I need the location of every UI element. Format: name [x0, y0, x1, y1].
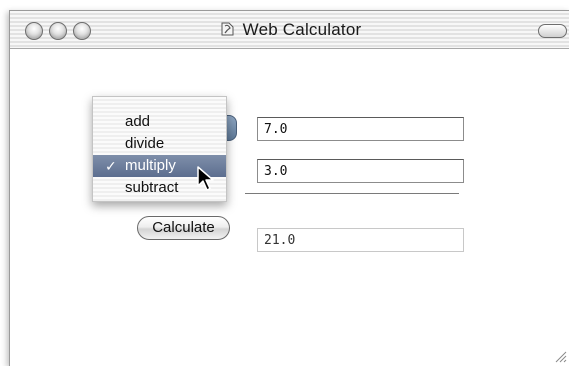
resize-grip-icon[interactable]	[553, 349, 567, 363]
window-title: Web Calculator	[10, 20, 569, 40]
title-bar[interactable]: Web Calculator	[10, 11, 569, 49]
calculate-button[interactable]: Calculate	[137, 216, 230, 240]
menu-item-add[interactable]: add	[93, 111, 226, 133]
menu-item-label: subtract	[125, 179, 179, 196]
result-field: 21.0	[257, 228, 464, 252]
window-title-text: Web Calculator	[242, 20, 362, 39]
menu-item-label: add	[125, 113, 151, 130]
menu-item-label: divide	[125, 135, 165, 152]
menu-item-label: multiply	[125, 157, 176, 174]
document-proxy-icon[interactable]	[219, 21, 237, 37]
checkmark-icon: ✓	[105, 158, 117, 174]
menu-item-divide[interactable]: divide	[93, 133, 226, 155]
result-separator	[245, 193, 459, 194]
second-operand-field[interactable]: 3.0	[257, 159, 464, 183]
first-operand-field[interactable]: 7.0	[257, 117, 464, 141]
toolbar-toggle-button[interactable]	[538, 24, 567, 38]
arrow-cursor-icon	[197, 166, 214, 191]
